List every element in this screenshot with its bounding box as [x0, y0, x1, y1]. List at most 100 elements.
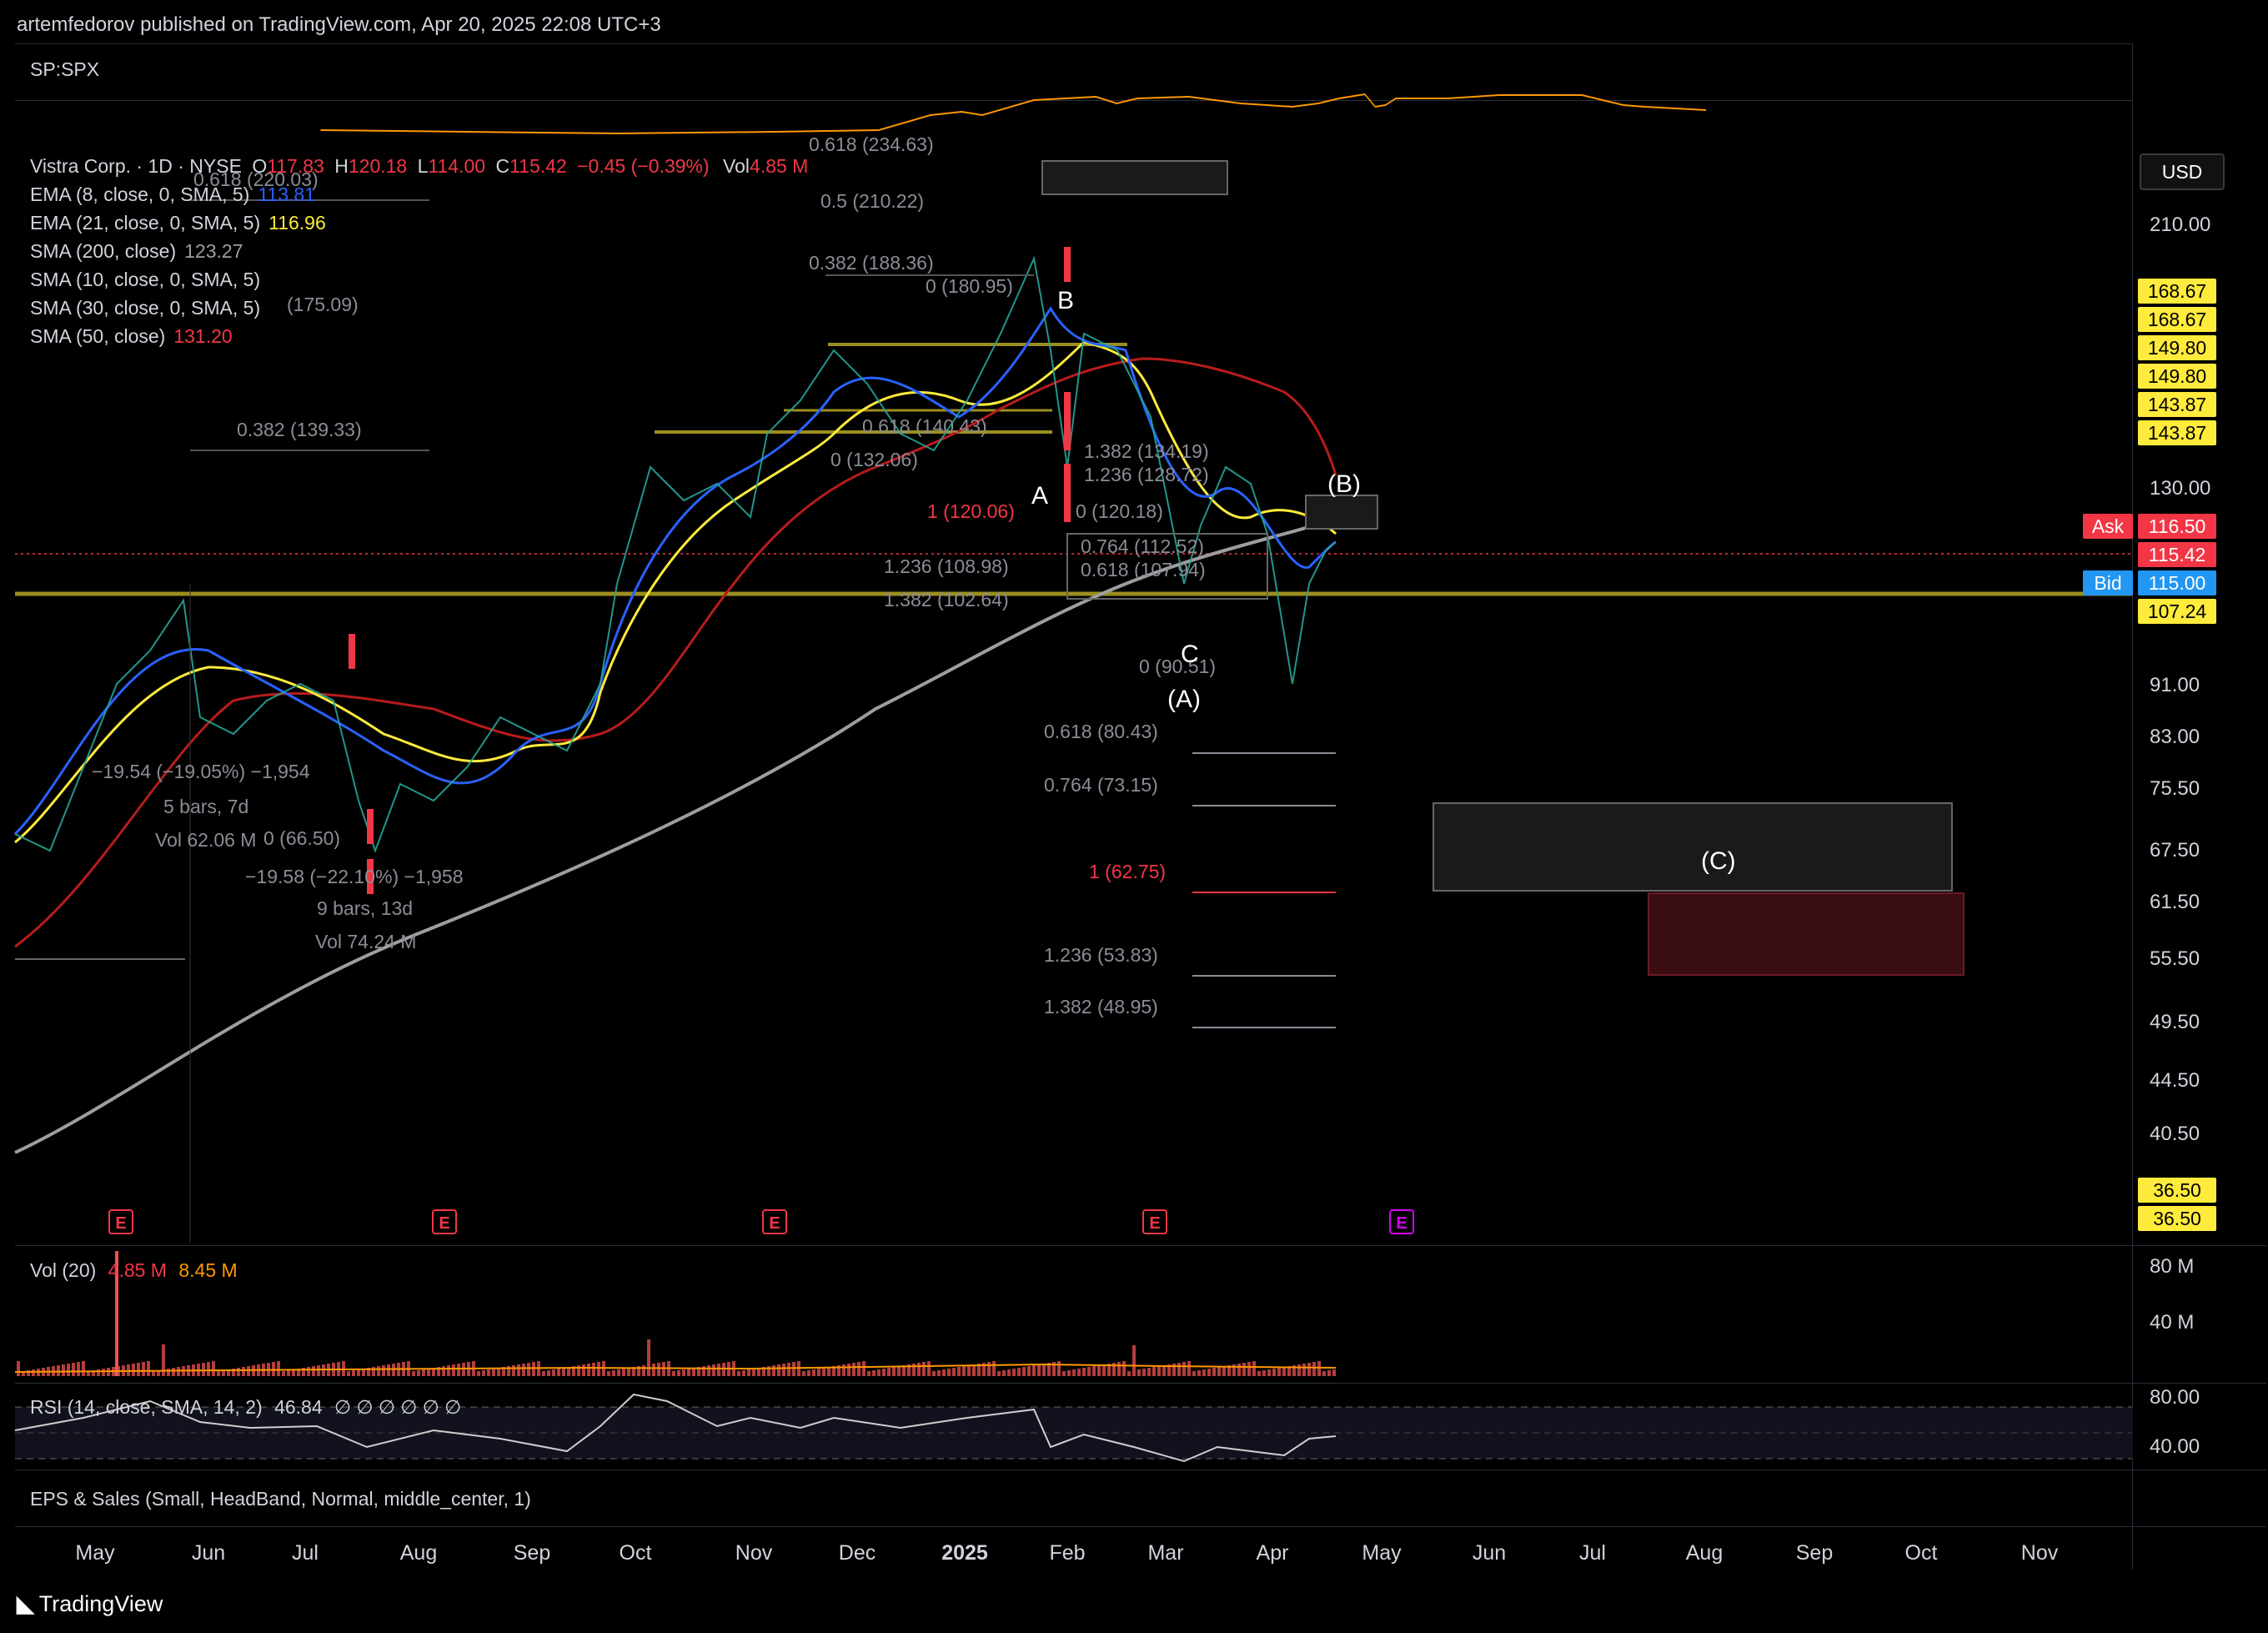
volume-axis-80m: 80 M [2150, 1255, 2195, 1278]
volume-bar [1092, 1366, 1096, 1376]
volume-bar [1067, 1370, 1071, 1376]
time-axis-label: Sep [1795, 1541, 1834, 1565]
volume-bar [1197, 1370, 1201, 1376]
currency-button[interactable]: USD [2140, 153, 2225, 190]
earnings-marker[interactable]: E [432, 1209, 457, 1234]
volume-bar [1202, 1369, 1206, 1376]
fib-level-label: 0.764 (73.15) [1044, 774, 1158, 796]
volume-bar [137, 1363, 140, 1376]
volume-bar [1302, 1364, 1306, 1376]
time-axis-label: Aug [399, 1541, 438, 1565]
volume-bar [917, 1363, 921, 1376]
ask-value: 116.50 [2138, 514, 2216, 539]
volume-bar [1317, 1361, 1321, 1376]
volume-bar [922, 1362, 926, 1376]
indicator-legend-item[interactable]: SMA (30, close, 0, SMA, 5) [30, 297, 268, 319]
volume-bar [442, 1366, 445, 1376]
price-tag: 143.87 [2138, 420, 2216, 445]
volume-bar [1332, 1369, 1336, 1376]
volume-bar [72, 1363, 75, 1376]
tradingview-logo[interactable]: ◣ TradingView [17, 1591, 163, 1617]
volume-bar [962, 1366, 966, 1376]
volume-bar [1007, 1369, 1011, 1376]
fib-level-label: 0.618 (80.43) [1044, 721, 1158, 742]
volume-bar [202, 1363, 205, 1376]
red-marker [1064, 392, 1071, 450]
price-axis-label: 44.50 [2150, 1069, 2200, 1092]
volume-bar [532, 1362, 535, 1376]
measure1-range: −19.54 (−19.05%) −1,954 [92, 761, 310, 782]
volume-bar [747, 1369, 750, 1376]
volume-bar [677, 1370, 680, 1376]
rsi-axis-80: 80.00 [2150, 1386, 2200, 1409]
indicator-legend-item[interactable]: EMA (21, close, 0, SMA, 5) 116.96 [30, 212, 326, 234]
fib-level-label: 1 (120.06) [927, 500, 1015, 522]
volume-bar [1242, 1363, 1246, 1376]
volume-bar [1137, 1369, 1141, 1376]
volume-bar [857, 1362, 861, 1376]
fib-lines-lower [1192, 752, 1336, 1028]
volume-bar [1147, 1368, 1151, 1376]
volume-bar [1257, 1371, 1261, 1376]
earnings-marker-upcoming[interactable]: E [1389, 1209, 1414, 1234]
time-axis-label: Jun [1472, 1541, 1507, 1565]
measure1-vol: Vol 62.06 M [155, 829, 257, 851]
volume-bar [57, 1365, 60, 1376]
indicator-legend-item[interactable]: SMA (10, close, 0, SMA, 5) [30, 269, 268, 291]
volume-bar [872, 1370, 876, 1376]
volume-bar [1072, 1369, 1076, 1376]
volume-bar [812, 1369, 815, 1376]
volume-bar [822, 1368, 825, 1376]
price-tag: 168.67 [2138, 279, 2216, 304]
price-axis-label: 75.50 [2150, 777, 2200, 800]
price-axis-label: 55.50 [2150, 947, 2200, 970]
volume-bar [877, 1369, 881, 1376]
volume-bar [562, 1368, 565, 1376]
volume-bar [1017, 1368, 1021, 1376]
fib-level-label: 0 (120.18) [1076, 500, 1163, 522]
volume-bar [1057, 1361, 1061, 1376]
volume-current: 4.85 M [108, 1259, 167, 1281]
fib-level-label: 1.382 (48.95) [1044, 996, 1158, 1017]
earnings-marker[interactable]: E [762, 1209, 787, 1234]
volume-bar [1182, 1362, 1186, 1376]
volume-bar [927, 1361, 931, 1376]
volume-bar [177, 1367, 180, 1376]
price-axis-label: 210.00 [2150, 214, 2211, 236]
volume-bar [1062, 1371, 1066, 1376]
indicator-label: SMA (30, close, 0, SMA, 5) [30, 297, 261, 319]
price-tag: 36.50 [2138, 1206, 2216, 1231]
volume-bar [1212, 1368, 1216, 1376]
indicator-legend-item[interactable]: SMA (50, close) 131.20 [30, 325, 233, 348]
volume-bar [242, 1367, 245, 1376]
volume-bar [542, 1371, 545, 1376]
price-axis-label: 130.00 [2150, 477, 2211, 500]
time-axis-label: Dec [838, 1541, 876, 1565]
indicator-legend-item[interactable]: SMA (200, close) 123.27 [30, 240, 243, 263]
price-tag: 36.50 [2138, 1178, 2216, 1203]
red-marker [1064, 247, 1071, 282]
volume-bar [737, 1371, 740, 1376]
time-axis-label: Oct [1904, 1541, 1938, 1565]
measure1-bars: 5 bars, 7d [163, 796, 249, 817]
volume-bar [447, 1365, 450, 1376]
volume-axis-40m: 40 M [2150, 1311, 2195, 1334]
volume-bar [682, 1369, 685, 1376]
fib-level-label: 0.618 (140.43) [862, 415, 987, 437]
ask-label: Ask [2083, 514, 2133, 539]
volume-bar [1297, 1364, 1301, 1376]
main-chart-svg[interactable] [0, 0, 2268, 1633]
volume-bar [517, 1364, 520, 1376]
volume-bar [237, 1368, 240, 1376]
symbol-legend[interactable]: Vistra Corp. · 1D · NYSE O117.83 H120.18… [30, 155, 808, 178]
earnings-marker[interactable]: E [108, 1209, 133, 1234]
volume-bar [222, 1370, 225, 1376]
earnings-marker[interactable]: E [1142, 1209, 1167, 1234]
volume-bar [67, 1364, 70, 1376]
last-price-value: 115.42 [2138, 542, 2216, 567]
box-b [1305, 495, 1378, 530]
volume-bar [1002, 1370, 1006, 1376]
volume-bar [552, 1369, 555, 1376]
volume-pane-title: Vol (20) 4.85 M 8.45 M [30, 1259, 238, 1282]
volume-bar [207, 1362, 210, 1376]
